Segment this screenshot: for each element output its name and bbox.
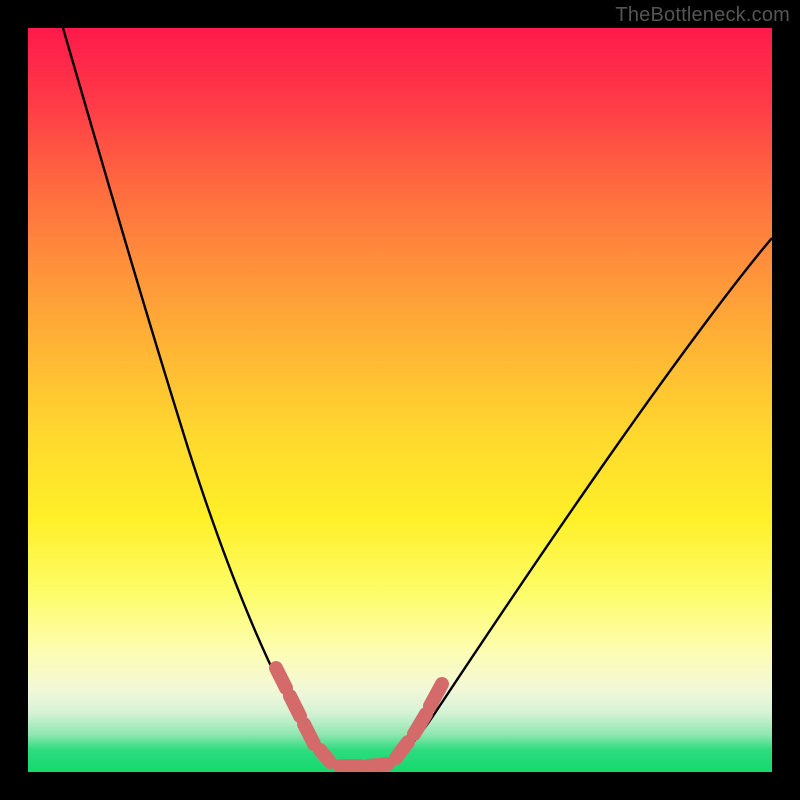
chart-svg bbox=[28, 28, 772, 772]
chart-frame: TheBottleneck.com bbox=[0, 0, 800, 800]
plot-area bbox=[28, 28, 772, 772]
optimal-range-markers bbox=[276, 668, 442, 766]
watermark-label: TheBottleneck.com bbox=[615, 4, 790, 27]
bottleneck-curve bbox=[63, 28, 772, 766]
